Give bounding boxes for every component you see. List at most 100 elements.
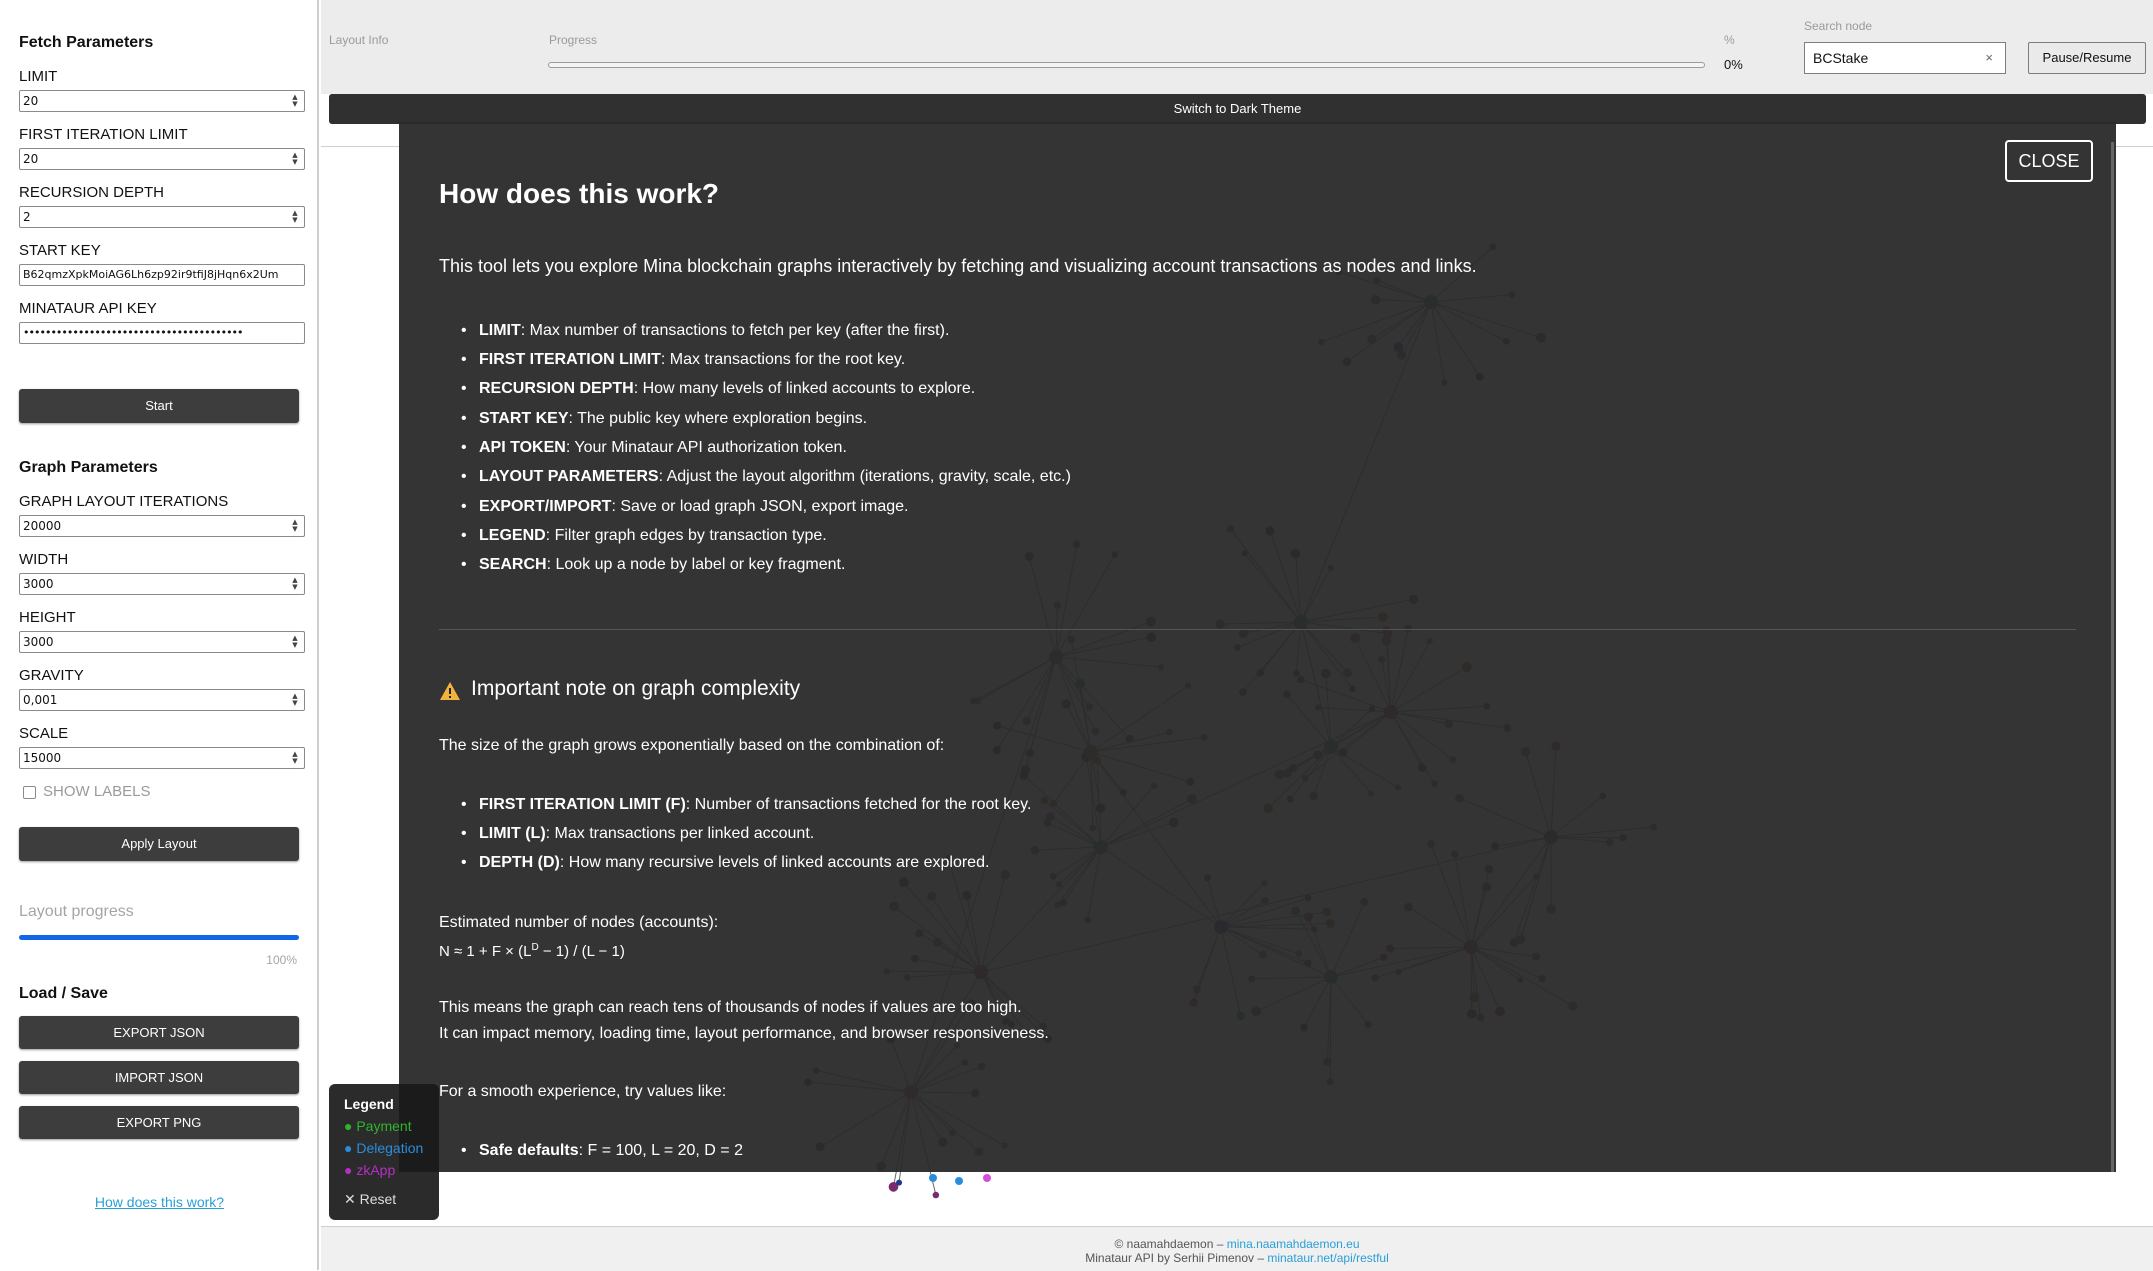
graph-node[interactable] bbox=[896, 1180, 902, 1186]
scale-input[interactable]: 15000 ▲▼ bbox=[19, 747, 305, 769]
gravity-value: 0,001 bbox=[23, 693, 57, 707]
percent-label: % bbox=[1724, 33, 1735, 47]
list-item: • bbox=[461, 1142, 467, 1160]
recursion-depth-input[interactable]: 2▲▼ bbox=[19, 206, 305, 228]
first-iteration-limit-label: FIRST ITERATION LIMIT bbox=[19, 126, 188, 143]
graph-node[interactable] bbox=[929, 1174, 937, 1182]
start-key-label: START KEY bbox=[19, 242, 101, 259]
list-item-text: DEPTH (D): How many recursive levels of … bbox=[479, 854, 989, 872]
search-input[interactable]: BCStake × bbox=[1804, 42, 2006, 74]
list-item-text: LIMIT: Max number of transactions to fet… bbox=[479, 322, 949, 340]
spinner-icon[interactable]: ▲▼ bbox=[290, 94, 300, 108]
legend-delegation[interactable]: ● Delegation bbox=[344, 1140, 423, 1156]
legend-title: Legend bbox=[344, 1096, 394, 1112]
close-button[interactable]: CLOSE bbox=[2005, 140, 2093, 182]
clear-icon[interactable]: × bbox=[1985, 43, 1993, 73]
spinner-icon[interactable]: ▲▼ bbox=[290, 751, 300, 765]
start-button[interactable]: Start bbox=[19, 389, 299, 423]
list-item: • bbox=[461, 322, 467, 340]
modal-intro: This tool lets you explore Mina blockcha… bbox=[439, 256, 1477, 277]
import-json-button[interactable]: IMPORT JSON bbox=[19, 1061, 299, 1094]
list-item: • bbox=[461, 527, 467, 545]
height-input[interactable]: 3000 ▲▼ bbox=[19, 631, 305, 653]
limit-input[interactable]: 20 ▲▼ bbox=[19, 90, 305, 112]
percent-value: 0% bbox=[1724, 57, 1743, 72]
graph-node[interactable] bbox=[933, 1192, 940, 1199]
legend-zkapp[interactable]: ● zkApp bbox=[344, 1162, 395, 1178]
footer-api-link[interactable]: minataur.net/api/restful bbox=[1267, 1251, 1388, 1265]
list-item: • bbox=[461, 854, 467, 872]
limit-label: LIMIT bbox=[19, 68, 57, 85]
footer-line-1: © naamahdaemon – mina.naamahdaemon.eu bbox=[321, 1237, 2153, 1251]
estimate-label: Estimated number of nodes (accounts): bbox=[439, 914, 718, 932]
legend-payment[interactable]: ● Payment bbox=[344, 1118, 412, 1134]
start-key-input[interactable]: B62qmzXpkMoiAG6Lh6zp92ir9tfiJ8jHqn6x2Um bbox=[19, 264, 305, 286]
iterations-label: GRAPH LAYOUT ITERATIONS bbox=[19, 493, 228, 510]
list-item-text: API TOKEN: Your Minataur API authorizati… bbox=[479, 439, 847, 457]
show-labels-checkbox[interactable] bbox=[23, 786, 36, 799]
search-value: BCStake bbox=[1813, 50, 1868, 66]
layout-progress-label: Layout progress bbox=[19, 903, 134, 921]
spinner-icon[interactable]: ▲▼ bbox=[290, 152, 300, 166]
smooth-experience-label: For a smooth experience, try values like… bbox=[439, 1083, 726, 1101]
pause-resume-button[interactable]: Pause/Resume bbox=[2028, 42, 2146, 74]
list-item: • bbox=[461, 796, 467, 814]
sidebar: Fetch Parameters LIMIT 20 ▲▼ FIRST ITERAT… bbox=[0, 0, 319, 1270]
fetch-parameters-title: Fetch Parameters bbox=[19, 34, 153, 52]
layout-info-label: Layout Info bbox=[329, 33, 388, 47]
first-iteration-limit-value: 20 bbox=[23, 152, 38, 166]
help-modal: CLOSE How does this work? This tool lets… bbox=[399, 122, 2116, 1172]
legend-reset-button[interactable]: ✕ Reset bbox=[344, 1191, 396, 1208]
gravity-input[interactable]: 0,001 ▲▼ bbox=[19, 689, 305, 711]
complexity-note-title: Important note on graph complexity bbox=[471, 677, 800, 701]
list-item-text: START KEY: The public key where explorat… bbox=[479, 410, 867, 428]
iterations-input[interactable]: 20000 ▲▼ bbox=[19, 515, 305, 537]
api-key-label: MINATAUR API KEY bbox=[19, 300, 157, 317]
safe-defaults-text: Safe defaults: F = 100, L = 20, D = 2 bbox=[479, 1142, 743, 1160]
progress-label: Progress bbox=[549, 33, 597, 47]
warning-icon bbox=[439, 681, 461, 701]
spinner-icon[interactable]: ▲▼ bbox=[290, 210, 300, 224]
fetch-progress-bar bbox=[548, 62, 1705, 68]
switch-theme-button[interactable]: Switch to Dark Theme bbox=[329, 94, 2146, 124]
footer-site-link[interactable]: mina.naamahdaemon.eu bbox=[1227, 1237, 1360, 1251]
impact-line-1: This means the graph can reach tens of t… bbox=[439, 999, 1022, 1017]
layout-progress-percent: 100% bbox=[266, 953, 297, 967]
footer: © naamahdaemon – mina.naamahdaemon.eu Mi… bbox=[321, 1226, 2153, 1271]
spinner-icon[interactable]: ▲▼ bbox=[290, 577, 300, 591]
show-labels-label: SHOW LABELS bbox=[43, 783, 151, 800]
list-item: • bbox=[461, 380, 467, 398]
graph-node[interactable] bbox=[983, 1174, 991, 1182]
modal-scrollbar[interactable] bbox=[2111, 142, 2114, 1172]
impact-line-2: It can impact memory, loading time, layo… bbox=[439, 1025, 1049, 1043]
api-key-input[interactable]: •••••••••••••••••••••••••••••••••••••••• bbox=[19, 322, 305, 344]
gravity-label: GRAVITY bbox=[19, 667, 84, 684]
limit-value: 20 bbox=[23, 94, 38, 108]
list-item: • bbox=[461, 556, 467, 574]
list-item-text: FIRST ITERATION LIMIT (F): Number of tra… bbox=[479, 796, 1031, 814]
first-iteration-limit-input[interactable]: 20 ▲▼ bbox=[19, 148, 305, 170]
iterations-value: 20000 bbox=[23, 519, 61, 533]
apply-layout-button[interactable]: Apply Layout bbox=[19, 827, 299, 861]
graph-node[interactable] bbox=[955, 1177, 963, 1185]
export-json-button[interactable]: EXPORT JSON bbox=[19, 1016, 299, 1049]
graph-parameters-title: Graph Parameters bbox=[19, 459, 158, 477]
load-save-title: Load / Save bbox=[19, 985, 108, 1003]
spinner-icon[interactable]: ▲▼ bbox=[290, 519, 300, 533]
height-value: 3000 bbox=[23, 635, 54, 649]
export-png-button[interactable]: EXPORT PNG bbox=[19, 1106, 299, 1139]
width-input[interactable]: 3000▲▼ bbox=[19, 573, 305, 595]
spinner-icon[interactable]: ▲▼ bbox=[290, 693, 300, 707]
list-item-text: FIRST ITERATION LIMIT: Max transactions … bbox=[479, 351, 905, 369]
spinner-icon[interactable]: ▲▼ bbox=[290, 635, 300, 649]
list-item-text: RECURSION DEPTH: How many levels of link… bbox=[479, 380, 975, 398]
scale-value: 15000 bbox=[23, 751, 61, 765]
how-does-this-work-link[interactable]: How does this work? bbox=[0, 1194, 319, 1210]
list-item: • bbox=[461, 439, 467, 457]
divider bbox=[439, 629, 2076, 630]
legend-panel: Legend ● Payment ● Delegation ● zkApp ✕ … bbox=[329, 1084, 439, 1220]
list-item: • bbox=[461, 825, 467, 843]
list-item-text: LAYOUT PARAMETERS: Adjust the layout alg… bbox=[479, 468, 1071, 486]
modal-title: How does this work? bbox=[439, 178, 719, 210]
list-item-text: EXPORT/IMPORT: Save or load graph JSON, … bbox=[479, 498, 909, 516]
